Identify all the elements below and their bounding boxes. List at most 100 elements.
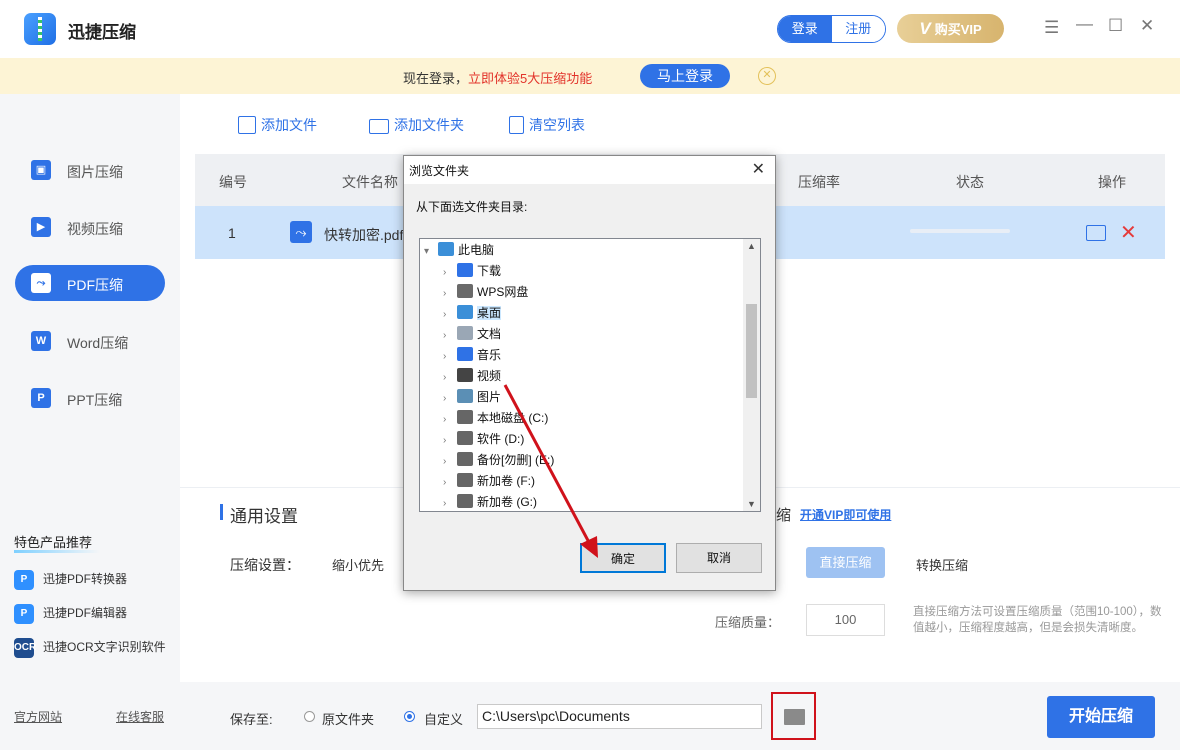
tree-item[interactable]: › 新加卷 (G:) (443, 492, 537, 511)
close-icon[interactable]: ✕ (1140, 16, 1154, 36)
open-folder-icon[interactable] (1086, 225, 1106, 241)
register-button[interactable]: 注册 (831, 16, 885, 42)
quality-input[interactable]: 100 (806, 604, 885, 636)
scroll-down-icon[interactable]: ▼ (747, 499, 756, 509)
sidebar-item-label: 图片压缩 (67, 164, 123, 180)
sidebar-item-image[interactable]: ▣ 图片压缩 (15, 152, 165, 188)
recommend-pdf-editor[interactable]: P 迅捷PDF编辑器 (14, 604, 127, 624)
browse-folder-button[interactable] (771, 692, 816, 740)
add-folder-button[interactable]: 添加文件夹 (369, 115, 464, 135)
drive-g-icon (457, 494, 473, 508)
dialog-ok-button[interactable]: 确定 (580, 543, 666, 573)
sidebar-item-label: PPT压缩 (67, 392, 123, 408)
download-icon (457, 263, 473, 277)
menu-icon[interactable]: ☰ (1044, 18, 1059, 38)
tree-item[interactable]: › WPS网盘 (443, 282, 528, 303)
compress-option[interactable]: 缩小优先 (332, 555, 384, 574)
scroll-up-icon[interactable]: ▲ (747, 241, 756, 251)
section-title: 通用设置 (230, 507, 298, 526)
trash-icon (509, 116, 524, 134)
sidebar-item-ppt[interactable]: P PPT压缩 (15, 380, 165, 416)
auth-switch: 登录 注册 (777, 15, 886, 43)
collapsed-chevron-icon[interactable]: › (443, 325, 457, 346)
tree-item[interactable]: › 视频 (443, 366, 501, 387)
collapsed-chevron-icon[interactable]: › (443, 262, 457, 283)
col-header-status: 状态 (956, 174, 984, 190)
sidebar-item-word[interactable]: W Word压缩 (15, 323, 165, 359)
collapsed-chevron-icon[interactable]: › (443, 388, 457, 409)
banner-highlight: 立即体验5大压缩功能 (468, 71, 593, 86)
direct-compress-button[interactable]: 直接压缩 (806, 547, 885, 578)
collapsed-chevron-icon[interactable]: › (443, 304, 457, 325)
delete-icon[interactable]: ✕ (1120, 220, 1137, 245)
expanded-chevron-icon[interactable]: ▾ (424, 241, 438, 262)
folder-icon (784, 709, 805, 725)
tree-item-label: 图片 (477, 390, 502, 404)
tree-item[interactable]: › 备份[勿删] (E:) (443, 450, 554, 471)
dialog-close-icon[interactable]: ✕ (752, 159, 765, 179)
clear-list-button[interactable]: 清空列表 (509, 115, 585, 135)
collapsed-chevron-icon[interactable]: › (443, 409, 457, 430)
pdf-converter-icon: P (14, 570, 34, 590)
pdf-compress-icon: ⤳ (31, 273, 51, 293)
radio-custom-folder[interactable] (404, 711, 415, 722)
sidebar-item-label: 视频压缩 (67, 221, 123, 237)
col-header-no: 编号 (219, 174, 247, 190)
scroll-thumb[interactable] (746, 304, 757, 398)
collapsed-chevron-icon[interactable]: › (443, 367, 457, 388)
start-compress-button[interactable]: 开始压缩 (1047, 696, 1155, 738)
tree-item-label: 桌面 (477, 306, 502, 320)
collapsed-chevron-icon[interactable]: › (443, 493, 457, 511)
tree-item[interactable]: › 图片 (443, 387, 501, 408)
clear-list-label: 清空列表 (529, 117, 585, 133)
tree-item[interactable]: ▾ 此电脑 (424, 240, 494, 261)
folder-tree[interactable]: ▾ 此电脑 › 下载 › WPS网盘 › 桌面 › 文档 › 音乐 › 视频 › 图片 › 本地磁盘 (C:) › 软… (419, 238, 761, 512)
tree-item[interactable]: › 文档 (443, 324, 501, 345)
tree-item[interactable]: › 本地磁盘 (C:) (443, 408, 548, 429)
minimize-icon[interactable]: — (1076, 14, 1093, 34)
login-button[interactable]: 登录 (778, 16, 832, 42)
radio-original-folder[interactable] (304, 711, 315, 722)
convert-compress-button[interactable]: 转换压缩 (916, 555, 968, 574)
open-vip-link[interactable]: 开通VIP即可使用 (800, 506, 891, 523)
collapsed-chevron-icon[interactable]: › (443, 430, 457, 451)
progress-bar (910, 229, 1010, 233)
collapsed-chevron-icon[interactable]: › (443, 346, 457, 367)
save-path-input[interactable]: C:\Users\pc\Documents (477, 704, 762, 729)
dialog-title: 浏览文件夹 (409, 164, 470, 178)
add-file-label: 添加文件 (261, 117, 317, 133)
browse-folder-dialog: 浏览文件夹 ✕ 从下面选文件夹目录: ▾ 此电脑 › 下载 › WPS网盘 › 桌面 › 文档 › 音… (403, 155, 776, 591)
maximize-icon[interactable]: ☐ (1108, 16, 1123, 36)
tree-item[interactable]: › 桌面 (443, 303, 502, 325)
drive-d-icon (457, 431, 473, 445)
sidebar-item-pdf[interactable]: ⤳ PDF压缩 (15, 265, 165, 301)
quality-note: 直接压缩方法可设置压缩质量（范围10-100），数值越小，压缩程度越高，但是会损… (913, 606, 1162, 634)
sidebar-item-video[interactable]: ▶ 视频压缩 (15, 209, 165, 245)
row-no: 1 (228, 225, 236, 241)
collapsed-chevron-icon[interactable]: › (443, 451, 457, 472)
banner-close-icon[interactable]: ✕ (758, 67, 776, 85)
add-file-button[interactable]: 添加文件 (238, 115, 317, 135)
official-website-link[interactable]: 官方网站 (14, 708, 62, 725)
recommend-ocr[interactable]: OCR 迅捷OCR文字识别软件 (14, 638, 166, 658)
title-bar: 迅捷压缩 登录 注册 V 购买VIP ☰ — ☐ ✕ (0, 0, 1180, 58)
buy-vip-button[interactable]: V 购买VIP (897, 14, 1004, 43)
quality-label: 压缩质量： (715, 615, 781, 630)
recommend-pdf-converter[interactable]: P 迅捷PDF转换器 (14, 570, 127, 590)
online-support-link[interactable]: 在线客服 (116, 708, 164, 725)
section-title-suffix: 缩 (776, 507, 792, 524)
tree-scrollbar[interactable]: ▲ ▼ (743, 239, 760, 511)
tree-item[interactable]: › 软件 (D:) (443, 429, 524, 450)
tree-item[interactable]: › 下载 (443, 261, 501, 282)
music-icon (457, 347, 473, 361)
banner-login-button[interactable]: 马上登录 (640, 64, 730, 88)
dialog-cancel-button[interactable]: 取消 (676, 543, 762, 573)
tree-item[interactable]: › 音乐 (443, 345, 501, 366)
image-compress-icon: ▣ (31, 160, 51, 180)
recommend-label: 迅捷PDF编辑器 (43, 606, 128, 621)
computer-icon (438, 242, 454, 256)
collapsed-chevron-icon[interactable]: › (443, 283, 457, 304)
col-header-ratio: 压缩率 (798, 174, 840, 190)
tree-item[interactable]: › 新加卷 (F:) (443, 471, 535, 492)
collapsed-chevron-icon[interactable]: › (443, 472, 457, 493)
